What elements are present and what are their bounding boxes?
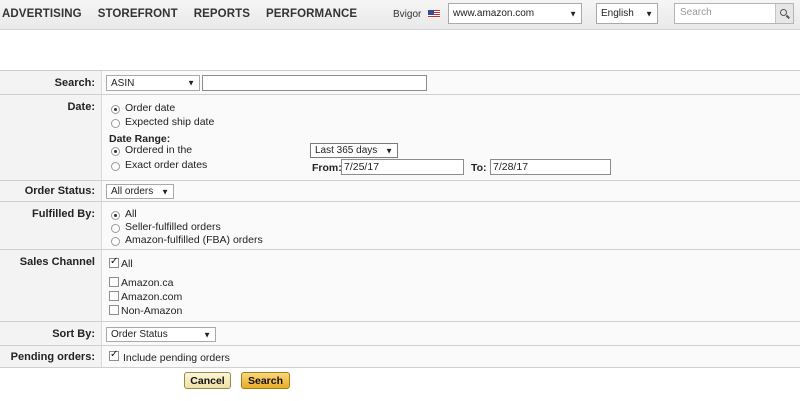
date-label: Date: [0, 95, 102, 180]
channel-all-label: All [121, 258, 133, 270]
seller-name: Bvigor [393, 9, 422, 20]
chevron-down-icon: ▼ [161, 187, 169, 196]
sort-by-row: Sort By: Order Status ▼ [0, 322, 800, 346]
amazon-com-label: Amazon.com [121, 291, 183, 303]
pending-orders-label: Pending orders: [0, 346, 102, 367]
sales-channel-label: Sales Channel [0, 250, 102, 321]
search-submit-button[interactable]: Search [241, 372, 290, 389]
fulfilled-all-radio[interactable] [111, 211, 120, 220]
order-date-label: Order date [125, 102, 176, 114]
exact-dates-radio[interactable] [111, 162, 120, 171]
nav-performance[interactable]: PERFORMANCE [266, 8, 357, 20]
search-label: Search: [0, 71, 102, 94]
order-status-row: Order Status: All orders ▼ [0, 181, 800, 202]
non-amazon-checkbox[interactable] [109, 305, 119, 315]
order-date-radio[interactable] [111, 105, 120, 114]
to-label: To: [471, 162, 487, 174]
amazon-ca-label: Amazon.ca [121, 277, 174, 289]
chevron-down-icon: ▼ [645, 9, 653, 18]
include-pending-checkbox[interactable] [109, 349, 119, 361]
seller-fulfilled-label: Seller-fulfilled orders [125, 221, 221, 233]
ordered-in-radio[interactable] [111, 147, 120, 156]
chevron-down-icon: ▼ [385, 146, 393, 155]
from-label: From: [312, 162, 342, 174]
nav-storefront[interactable]: STOREFRONT [98, 8, 178, 20]
nav-advertising[interactable]: ADVERTISING [2, 8, 82, 20]
chevron-down-icon: ▼ [569, 9, 577, 18]
search-button[interactable] [775, 4, 793, 23]
search-icon [780, 9, 787, 16]
search-type-select[interactable]: ASIN ▼ [106, 75, 200, 91]
non-amazon-label: Non-Amazon [121, 305, 183, 317]
us-flag-icon [428, 10, 440, 18]
ship-date-label: Expected ship date [125, 116, 215, 128]
fba-label: Amazon-fulfilled (FBA) orders [125, 234, 263, 246]
amazon-ca-checkbox[interactable] [109, 277, 119, 287]
order-search-form: Search: ASIN ▼ Date: Order date Expected… [0, 70, 800, 370]
date-row: Date: Order date Expected ship date Date… [0, 95, 800, 181]
top-navigation-bar: ADVERTISING STOREFRONT REPORTS PERFORMAN… [0, 0, 800, 30]
marketplace-select[interactable]: www.amazon.com ▼ [448, 3, 582, 24]
exact-dates-label: Exact order dates [125, 159, 208, 171]
nav-reports[interactable]: REPORTS [194, 8, 250, 20]
from-date-input[interactable]: 7/25/17 [341, 159, 464, 175]
ordered-in-label: Ordered in the [125, 144, 193, 156]
search-row: Search: ASIN ▼ [0, 71, 800, 95]
amazon-com-checkbox[interactable] [109, 291, 119, 301]
order-status-label: Order Status: [0, 181, 102, 201]
fulfilled-by-row: Fulfilled By: All Seller-fulfilled order… [0, 202, 800, 250]
period-select[interactable]: Last 365 days ▼ [310, 143, 398, 158]
order-status-select[interactable]: All orders ▼ [106, 184, 174, 199]
search-query-input[interactable] [202, 75, 427, 91]
fba-radio[interactable] [111, 237, 120, 246]
sort-by-label: Sort By: [0, 322, 102, 345]
include-pending-label: Include pending orders [123, 352, 230, 364]
chevron-down-icon: ▼ [203, 330, 211, 339]
header-search-input[interactable]: Search [674, 3, 794, 24]
main-nav: ADVERTISING STOREFRONT REPORTS PERFORMAN… [2, 8, 373, 20]
cancel-button[interactable]: Cancel [184, 372, 231, 389]
channel-all-checkbox[interactable] [109, 256, 119, 268]
sales-channel-row: Sales Channel All Amazon.ca Amazon.com N… [0, 250, 800, 322]
fulfilled-all-label: All [125, 208, 137, 220]
chevron-down-icon: ▼ [187, 78, 195, 88]
seller-fulfilled-radio[interactable] [111, 224, 120, 233]
to-date-input[interactable]: 7/28/17 [490, 159, 611, 175]
sort-by-select[interactable]: Order Status ▼ [106, 327, 216, 342]
ship-date-radio[interactable] [111, 119, 120, 128]
pending-orders-row: Pending orders: Include pending orders [0, 346, 800, 368]
fulfilled-by-label: Fulfilled By: [0, 202, 102, 249]
language-select[interactable]: English ▼ [596, 3, 658, 24]
